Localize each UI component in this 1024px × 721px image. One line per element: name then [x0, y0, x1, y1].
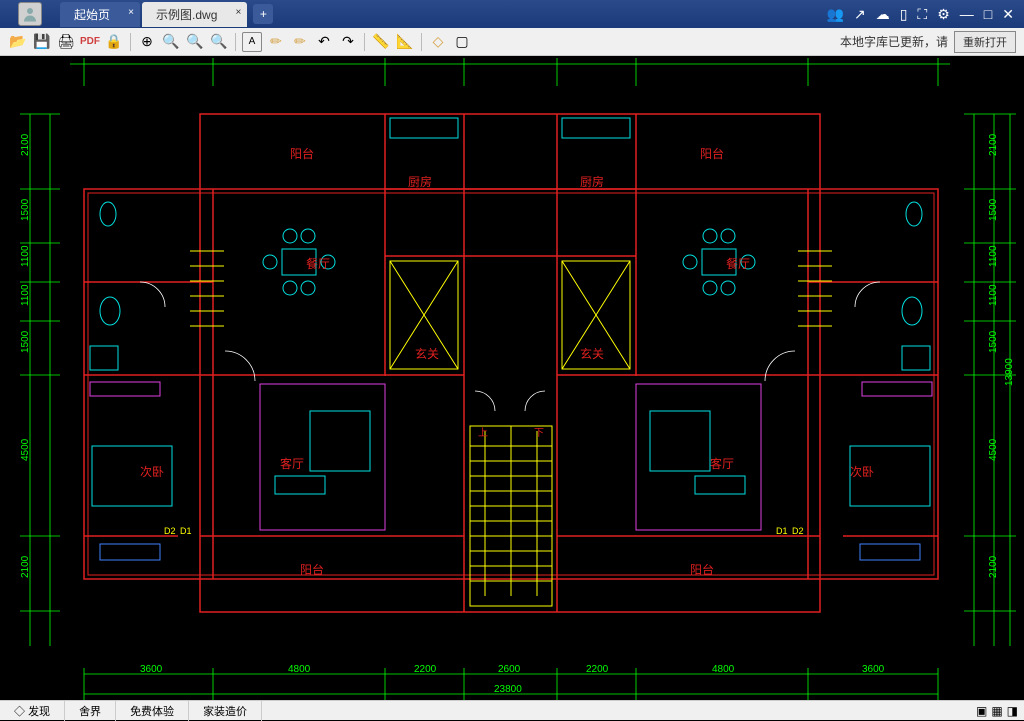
svg-text:1500: 1500 — [20, 330, 31, 353]
svg-text:客厅: 客厅 — [710, 456, 734, 471]
status-world[interactable]: 舍界 — [65, 701, 116, 721]
print-icon[interactable]: 🖨 — [56, 32, 76, 52]
update-msg: 本地字库已更新，请 — [840, 33, 948, 50]
svg-text:D2: D2 — [164, 526, 176, 536]
svg-text:D1: D1 — [180, 526, 192, 536]
svg-text:阳台: 阳台 — [300, 562, 324, 577]
svg-text:厨房: 厨房 — [580, 174, 604, 189]
tab-add-button[interactable]: + — [253, 4, 273, 24]
svg-text:4800: 4800 — [712, 664, 735, 675]
close-icon[interactable]: ✕ — [1002, 6, 1014, 23]
close-icon[interactable]: × — [236, 7, 242, 18]
zoom-window-icon[interactable]: 🔍 — [185, 32, 205, 52]
panel-icon[interactable]: ◨ — [1007, 704, 1018, 718]
status-discover[interactable]: ◇ 发现 — [0, 701, 65, 721]
wechat-icon[interactable]: ☁ — [876, 6, 890, 23]
svg-text:下: 下 — [534, 428, 544, 439]
zoom-out-icon[interactable]: 🔍 — [209, 32, 229, 52]
svg-text:1500: 1500 — [988, 330, 999, 353]
svg-text:2100: 2100 — [988, 133, 999, 156]
pencil-icon[interactable]: ✏ — [266, 32, 286, 52]
svg-text:2100: 2100 — [988, 555, 999, 578]
tab-start[interactable]: 起始页× — [60, 2, 140, 27]
svg-text:1100: 1100 — [20, 284, 31, 306]
status-bar: ◇ 发现 舍界 免费体验 家装造价 ▣ ▦ ◨ — [0, 700, 1024, 720]
zoom-extents-icon[interactable]: ⊕ — [137, 32, 157, 52]
user-avatar[interactable] — [8, 0, 52, 28]
svg-text:1500: 1500 — [988, 198, 999, 221]
maximize-icon[interactable]: □ — [984, 6, 992, 22]
svg-text:阳台: 阳台 — [690, 562, 714, 577]
drawing-canvas[interactable]: 23800 3600 4800 2200 2600 2200 4800 3600… — [0, 56, 1024, 700]
svg-text:4800: 4800 — [288, 664, 311, 675]
svg-text:1100: 1100 — [988, 245, 999, 267]
title-bar: 起始页× 示例图.dwg× + 👥 ↗ ☁ ▯ ⛶ ⚙ — □ ✕ — [0, 0, 1024, 28]
highlight-icon[interactable]: ✏ — [290, 32, 310, 52]
phone-icon[interactable]: ▯ — [900, 6, 908, 23]
svg-text:1500: 1500 — [20, 198, 31, 221]
reload-button[interactable]: 重新打开 — [954, 31, 1016, 53]
svg-text:次卧: 次卧 — [850, 465, 874, 479]
layout-icon[interactable]: ▢ — [452, 32, 472, 52]
svg-text:玄关: 玄关 — [580, 346, 604, 361]
toolbar: 📂 💾 🖨 PDF 🔒 ⊕ 🔍 🔍 🔍 A ✏ ✏ ↶ ↷ 📏 📐 ◇ ▢ 本地… — [0, 28, 1024, 56]
svg-text:1100: 1100 — [988, 284, 999, 306]
save-icon[interactable]: 💾 — [32, 32, 52, 52]
grid-icon[interactable]: ▦ — [991, 704, 1002, 718]
svg-text:客厅: 客厅 — [280, 456, 304, 471]
svg-text:2100: 2100 — [20, 555, 31, 578]
svg-text:D1: D1 — [776, 526, 788, 536]
zoom-in-icon[interactable]: 🔍 — [161, 32, 181, 52]
svg-text:3600: 3600 — [140, 664, 163, 675]
status-cost[interactable]: 家装造价 — [189, 701, 262, 721]
gear-icon[interactable]: ⚙ — [937, 6, 950, 23]
svg-text:4500: 4500 — [20, 438, 31, 461]
measure2-icon[interactable]: 📐 — [395, 32, 415, 52]
svg-text:阳台: 阳台 — [700, 146, 724, 161]
svg-text:餐厅: 餐厅 — [306, 256, 330, 271]
svg-text:2600: 2600 — [498, 664, 521, 675]
close-icon[interactable]: × — [128, 7, 134, 18]
svg-text:D2: D2 — [792, 526, 804, 536]
svg-text:阳台: 阳台 — [290, 146, 314, 161]
lock-icon[interactable]: 🔒 — [104, 32, 124, 52]
svg-text:13900: 13900 — [1004, 358, 1015, 386]
svg-text:2200: 2200 — [586, 664, 609, 675]
share-icon[interactable]: ↗ — [854, 6, 866, 23]
svg-text:1100: 1100 — [20, 245, 31, 267]
svg-text:次卧: 次卧 — [140, 465, 164, 479]
status-trial[interactable]: 免费体验 — [116, 701, 189, 721]
open-icon[interactable]: 📂 — [8, 32, 28, 52]
svg-text:玄关: 玄关 — [415, 346, 439, 361]
fullscreen-icon[interactable]: ⛶ — [917, 6, 927, 23]
svg-text:4500: 4500 — [988, 438, 999, 461]
svg-text:上: 上 — [478, 427, 488, 439]
svg-text:2100: 2100 — [20, 133, 31, 156]
pdf-icon[interactable]: PDF — [80, 32, 100, 52]
layers-icon[interactable]: ◇ — [428, 32, 448, 52]
svg-text:厨房: 厨房 — [408, 174, 432, 189]
users-icon[interactable]: 👥 — [827, 6, 844, 23]
measure-icon[interactable]: 📏 — [371, 32, 391, 52]
tab-file[interactable]: 示例图.dwg× — [142, 2, 247, 27]
svg-text:2200: 2200 — [414, 664, 437, 675]
view-icon[interactable]: ▣ — [976, 704, 987, 718]
redo-icon[interactable]: ↷ — [338, 32, 358, 52]
svg-text:23800: 23800 — [494, 684, 522, 695]
undo-icon[interactable]: ↶ — [314, 32, 334, 52]
svg-text:餐厅: 餐厅 — [726, 256, 750, 271]
svg-text:3600: 3600 — [862, 664, 885, 675]
minimize-icon[interactable]: — — [960, 6, 974, 22]
text-icon[interactable]: A — [242, 32, 262, 52]
